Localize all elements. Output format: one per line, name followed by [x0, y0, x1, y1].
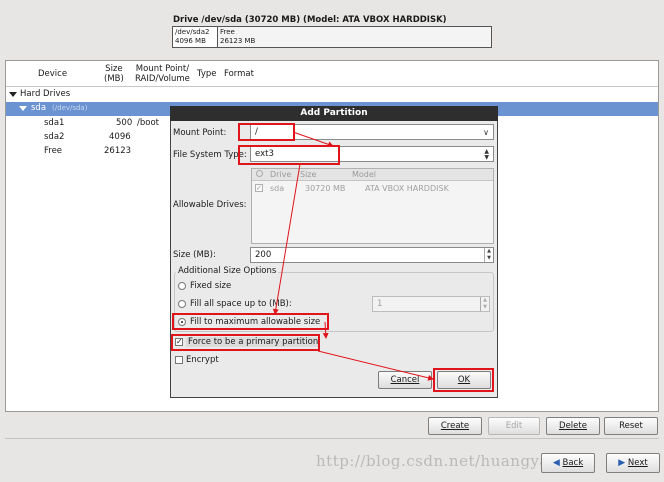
arrow-fs-to-fillmax — [272, 163, 301, 315]
annotation-arrows — [272, 131, 434, 381]
arrow-mount-to-fs — [292, 131, 334, 148]
arrow-fillmax-to-force — [322, 321, 329, 339]
arrow-force-to-ok — [317, 350, 434, 381]
